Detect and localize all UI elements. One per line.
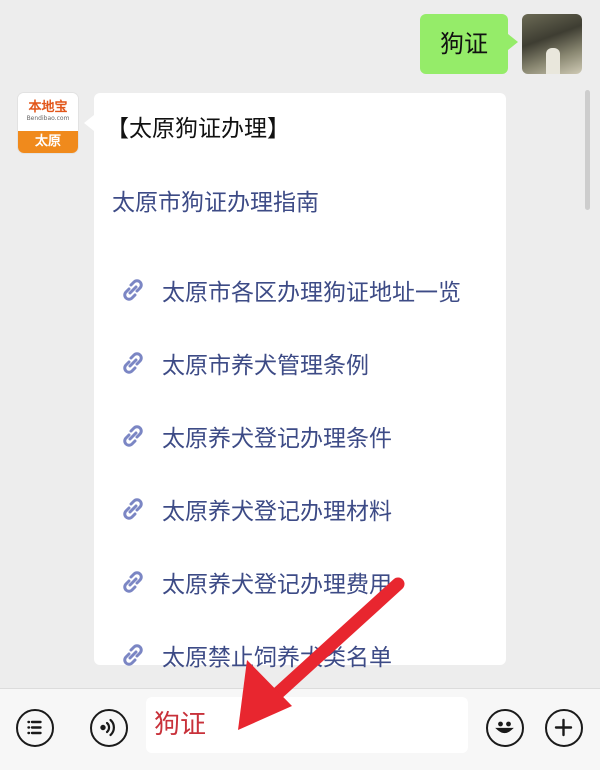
link-item[interactable]: 太原养犬登记办理材料 [120, 472, 461, 545]
avatar-site-text: Bendibao.com [26, 115, 70, 122]
voice-icon [100, 718, 115, 737]
message-title: 【太原狗证办理】 [106, 116, 290, 142]
link-icon [123, 497, 143, 520]
link-icon [123, 643, 143, 666]
link-label: 太原市养犬管理条例 [162, 352, 369, 379]
link-item[interactable]: 太原养犬登记办理费用 [120, 545, 461, 618]
plus-icon [554, 718, 573, 737]
link-icon [123, 278, 143, 301]
link-icon [123, 570, 143, 593]
link-icon [123, 424, 143, 447]
link-item[interactable]: 太原禁止饲养犬类名单 [120, 618, 461, 691]
link-label: 太原养犬登记办理费用 [162, 571, 392, 598]
link-item[interactable]: 太原市养犬管理条例 [120, 326, 461, 399]
menu-button[interactable] [16, 709, 54, 747]
voice-button[interactable] [90, 709, 128, 747]
avatar-brand-text: 本地宝 [28, 100, 68, 115]
link-label: 太原养犬登记办理材料 [162, 498, 392, 525]
link-item[interactable]: 太原养犬登记办理条件 [120, 399, 461, 472]
link-list: 太原市各区办理狗证地址一览 太原市养犬管理条例 太原养犬登记办理条件 太原养犬登… [120, 253, 461, 691]
outgoing-message-bubble[interactable]: 狗证 [420, 14, 518, 74]
link-label: 太原禁止饲养犬类名单 [162, 644, 392, 671]
chat-scrollbar[interactable] [585, 90, 590, 210]
guide-link[interactable]: 太原市狗证办理指南 [112, 183, 319, 217]
link-label: 太原养犬登记办理条件 [162, 425, 392, 452]
menu-icon [27, 720, 42, 735]
avatar-city-text: 太原 [18, 131, 78, 153]
user-avatar[interactable] [522, 14, 582, 74]
outgoing-message-row: 狗证 [420, 14, 582, 74]
message-input[interactable]: 狗证 [146, 697, 468, 753]
emoji-button[interactable] [486, 709, 524, 747]
emoji-icon [495, 721, 514, 734]
chat-area: 狗证 本地宝 Bendibao.com 太原 【太原狗证办理】 太原市狗证办理指… [0, 0, 600, 688]
link-label: 太原市各区办理狗证地址一览 [162, 279, 461, 306]
incoming-message-bubble: 【太原狗证办理】 太原市狗证办理指南 太原市各区办理狗证地址一览 太原市养犬管理… [84, 93, 506, 671]
link-item[interactable]: 太原市各区办理狗证地址一览 [120, 253, 461, 326]
plus-button[interactable] [545, 709, 583, 747]
link-icon [123, 351, 143, 374]
bendibao-avatar[interactable]: 本地宝 Bendibao.com 太原 [18, 93, 78, 153]
input-bar: 狗证 [0, 688, 600, 770]
